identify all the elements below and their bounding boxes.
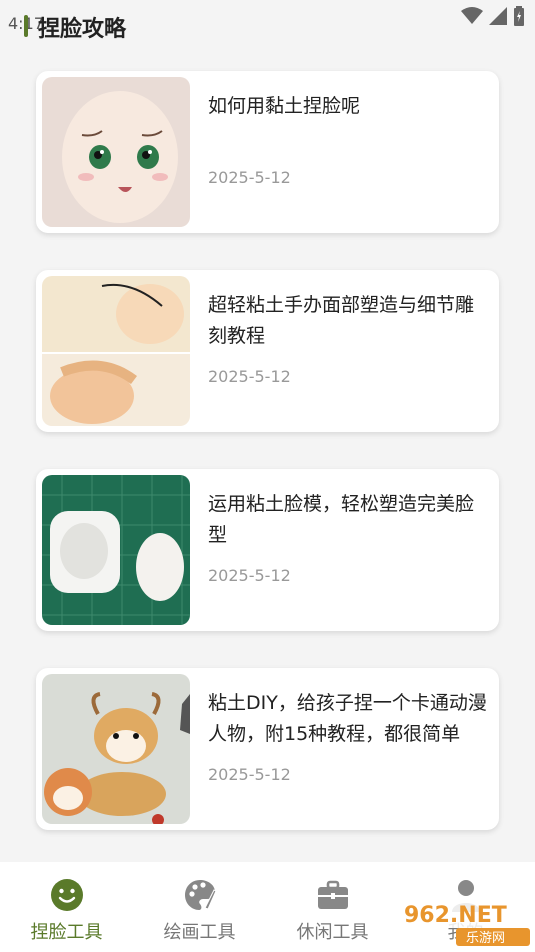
article-date: 2025-5-12 <box>208 566 291 585</box>
article-title: 超轻粘土手办面部塑造与细节雕刻教程 <box>208 294 475 347</box>
article-date: 2025-5-12 <box>208 765 291 784</box>
article-thumbnail <box>42 475 190 625</box>
wifi-icon <box>461 7 483 24</box>
article-thumbnail <box>42 276 190 426</box>
tab-label: 休闲工具 <box>296 922 369 943</box>
article-card[interactable]: 粘土DIY，给孩子捏一个卡通动漫人物，附15种教程，都很简单 2025-5-12 <box>36 668 499 830</box>
article-title: 如何用黏土捏脸呢 <box>208 95 361 117</box>
tab-label: 捏脸工具 <box>30 922 103 943</box>
smiley-icon <box>50 879 83 911</box>
palette-icon <box>184 880 217 910</box>
article-card[interactable]: 如何用黏土捏脸呢 2025-5-12 <box>36 71 499 233</box>
article-card[interactable]: 运用粘土脸模，轻松塑造完美脸型 2025-5-12 <box>36 469 499 631</box>
tab-label: 绘画工具 <box>163 922 236 943</box>
article-thumbnail <box>42 77 190 227</box>
article-card[interactable]: 超轻粘土手办面部塑造与细节雕刻教程 2025-5-12 <box>36 270 499 432</box>
article-title: 粘土DIY，给孩子捏一个卡通动漫人物，附15种教程，都很简单 <box>208 692 487 745</box>
article-date: 2025-5-12 <box>208 168 291 187</box>
signal-icon <box>489 7 507 25</box>
briefcase-icon <box>317 880 348 909</box>
article-title: 运用粘土脸模，轻松塑造完美脸型 <box>208 493 475 546</box>
watermark-sub: 乐游网 <box>466 931 505 946</box>
status-icons <box>461 6 525 26</box>
page-title: 捏脸攻略 <box>38 17 127 42</box>
battery-icon <box>514 6 524 26</box>
watermark-brand: 962.NET <box>404 903 507 928</box>
article-thumbnail <box>42 674 190 824</box>
header-accent-bar <box>24 15 28 37</box>
app-screen: 4:17 捏脸攻略 <box>0 0 535 952</box>
tab-leisure-tools[interactable]: 休闲工具 <box>266 862 399 952</box>
watermark-logo: 962.NET 乐游网 <box>396 892 532 948</box>
tab-drawing-tools[interactable]: 绘画工具 <box>133 862 266 952</box>
tab-face-tools[interactable]: 捏脸工具 <box>0 862 133 952</box>
article-date: 2025-5-12 <box>208 367 291 386</box>
